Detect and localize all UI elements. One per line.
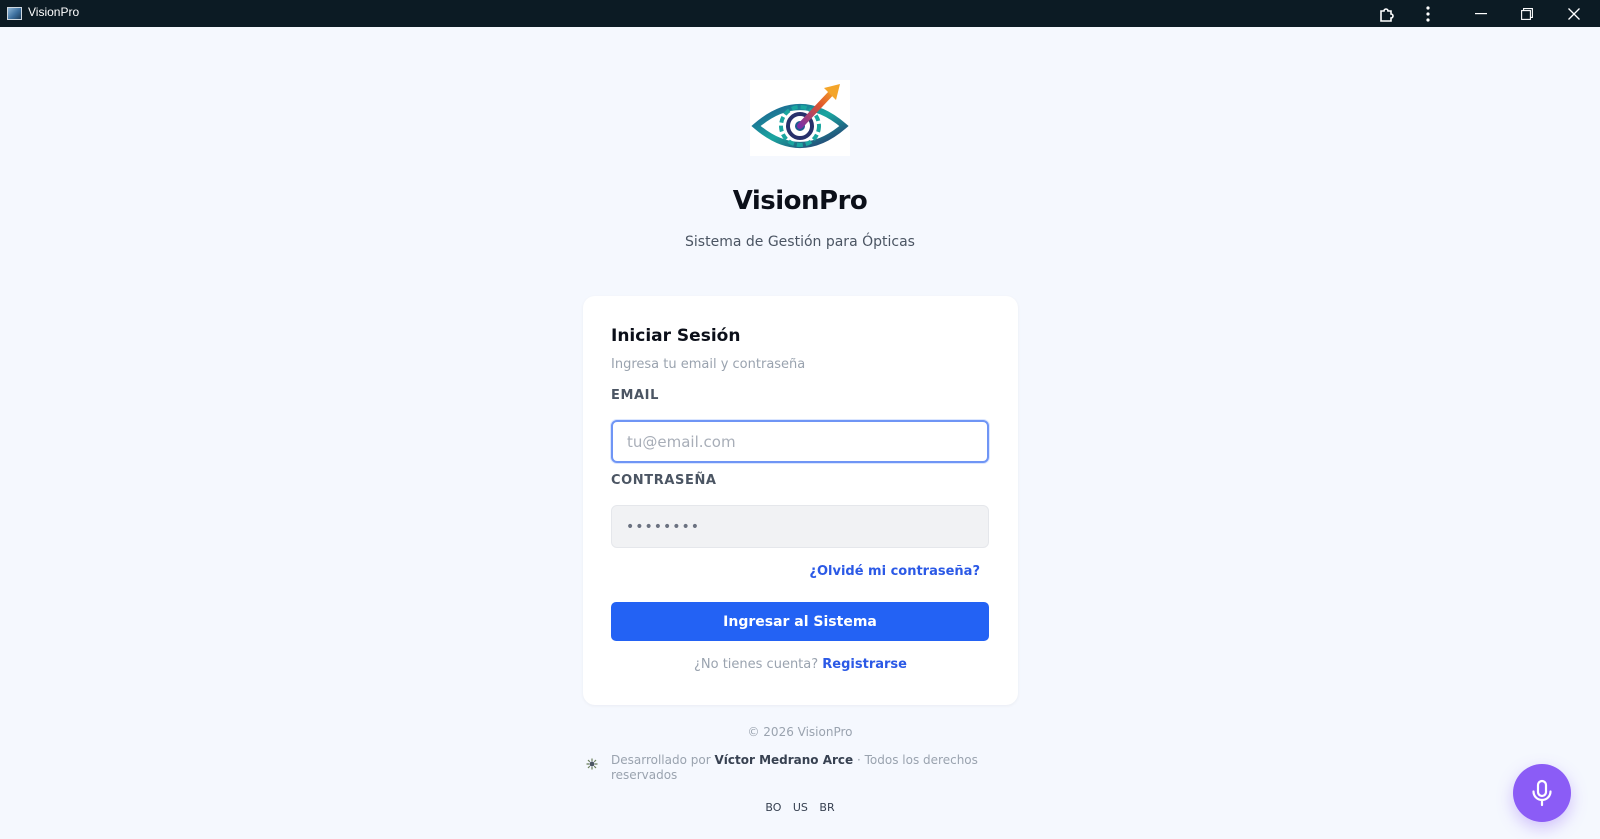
no-account-text: ¿No tienes cuenta?	[694, 657, 819, 672]
visionpro-logo	[750, 80, 850, 156]
email-field[interactable]	[611, 420, 989, 463]
minimize-icon[interactable]	[1461, 0, 1501, 27]
eye-target-arrow-logo	[751, 84, 849, 148]
login-card: Iniciar Sesión Ingresa tu email y contra…	[583, 296, 1018, 705]
developer-name: Víctor Medrano Arce	[714, 753, 854, 767]
window-title: VisionPro	[28, 5, 80, 19]
register-prompt: ¿No tienes cuenta? Registrarse	[583, 657, 1018, 672]
developer-credit: Desarrollado por Víctor Medrano Arce · T…	[611, 753, 981, 783]
login-submit-button[interactable]: Ingresar al Sistema	[611, 602, 989, 641]
restore-icon[interactable]	[1507, 0, 1547, 27]
microphone-icon	[1532, 779, 1552, 807]
password-field[interactable]	[611, 505, 989, 548]
language-option-br[interactable]: BR	[819, 801, 834, 814]
app-name-heading: VisionPro	[732, 186, 868, 216]
developed-by-text: Desarrollado por	[611, 753, 711, 767]
close-icon[interactable]	[1554, 0, 1594, 27]
extensions-icon[interactable]	[1367, 0, 1407, 27]
login-subtitle: Ingresa tu email y contraseña	[611, 357, 806, 372]
language-option-bo[interactable]: BO	[765, 801, 781, 814]
login-title: Iniciar Sesión	[611, 326, 741, 346]
more-vertical-icon[interactable]	[1408, 0, 1448, 27]
window-titlebar: VisionPro	[0, 0, 1600, 27]
copyright-text: © 2026 VisionPro	[747, 725, 853, 739]
password-label: CONTRASEÑA	[611, 473, 717, 488]
voice-assistant-button[interactable]	[1513, 764, 1571, 822]
app-icon	[7, 7, 22, 20]
language-option-us[interactable]: US	[793, 801, 808, 814]
email-label: EMAIL	[611, 388, 659, 403]
language-selector: BO US BR	[0, 801, 1600, 814]
app-tagline: Sistema de Gestión para Ópticas	[685, 234, 915, 250]
forgot-password-link[interactable]: ¿Olvidé mi contraseña?	[809, 564, 980, 579]
developer-badge-icon	[586, 758, 598, 770]
register-link[interactable]: Registrarse	[822, 657, 907, 672]
